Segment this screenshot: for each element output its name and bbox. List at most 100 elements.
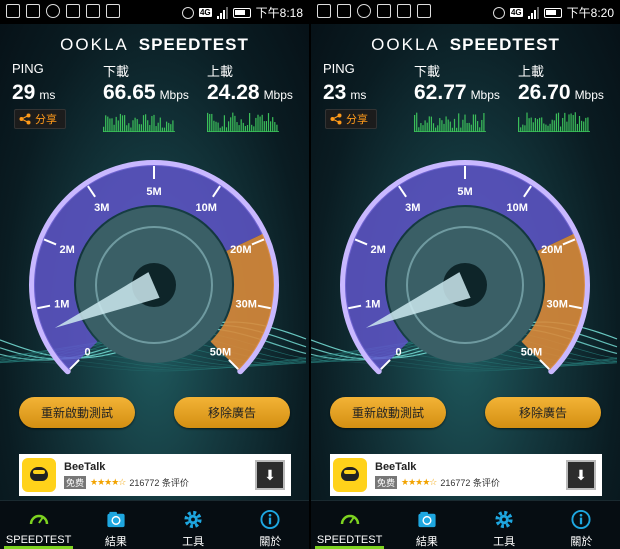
graph-bar: [435, 127, 437, 132]
graph-bar: [464, 114, 466, 132]
results-icon: [107, 511, 125, 528]
nav-about[interactable]: 關於: [232, 501, 309, 549]
graph-bar: [462, 119, 464, 132]
ad-banner[interactable]: BeeTalk 免费 ★★★★☆ 216772 条评价 ⬇: [330, 454, 602, 496]
share-icon: [330, 113, 342, 125]
upload-number: 24.28: [207, 81, 260, 104]
graph-bar: [113, 124, 115, 132]
graph-bar: [209, 113, 211, 132]
graph-bar: [481, 119, 483, 132]
graph-bar: [225, 127, 228, 132]
speedometer-icon: [29, 514, 48, 525]
gear-icon: [495, 510, 513, 529]
graph-bar: [132, 120, 134, 132]
graph-bar: [530, 117, 532, 132]
graph-bar: [170, 124, 172, 132]
graph-bar: [578, 115, 581, 132]
nav-results[interactable]: 結果: [77, 501, 154, 549]
graph-bar: [105, 115, 107, 132]
nav-speedtest-label: SPEEDTEST: [316, 534, 383, 546]
nav-tools[interactable]: 工具: [466, 501, 543, 549]
graph-bar: [134, 117, 136, 132]
graph-bar: [576, 123, 578, 132]
graph-bar: [130, 127, 132, 132]
nav-speedtest[interactable]: SPEEDTEST: [0, 501, 77, 549]
nav-results-label: 結果: [415, 536, 438, 548]
graph-bar: [477, 121, 479, 132]
network-type: 4G: [198, 8, 212, 17]
alarm-icon: [492, 6, 505, 19]
nav-speedtest[interactable]: SPEEDTEST: [311, 501, 388, 549]
graph-bar: [439, 118, 441, 132]
graph-bar: [276, 124, 278, 132]
graph-bar: [472, 114, 474, 132]
graph-bar: [142, 115, 145, 132]
graph-bar: [539, 117, 541, 132]
graph-bar: [566, 121, 568, 132]
share-button[interactable]: 分享: [14, 109, 66, 129]
graph-bar: [163, 127, 166, 132]
image-icon: [417, 4, 431, 18]
nav-about[interactable]: 關於: [543, 501, 620, 549]
alarm-icon: [181, 6, 194, 19]
graph-bar: [551, 119, 553, 132]
graph-bar: [147, 120, 149, 132]
share-button[interactable]: 分享: [325, 109, 377, 129]
graph-bar: [215, 121, 217, 132]
graph-bar: [426, 122, 428, 132]
download-label: 下載: [414, 64, 441, 79]
graph-bar: [246, 125, 249, 132]
graph-bar: [149, 125, 151, 132]
download-arrow-icon[interactable]: ⬇: [255, 460, 285, 490]
graph-bar: [234, 115, 236, 132]
graph-bar: [564, 112, 566, 132]
remove-ads-button[interactable]: 移除廣告: [174, 397, 290, 428]
ad-banner[interactable]: BeeTalk 免费 ★★★★☆ 216772 条评价 ⬇: [19, 454, 291, 496]
graph-bar: [568, 114, 570, 132]
restart-test-button[interactable]: 重新啟動測試: [19, 397, 135, 428]
nav-about-label: 關於: [259, 536, 282, 548]
upload-graph: [518, 110, 590, 132]
graph-bar: [230, 117, 232, 132]
graph-bar: [543, 123, 545, 132]
graph-bar: [117, 120, 119, 132]
graph-bar: [213, 120, 215, 132]
download-number: 66.65: [103, 81, 156, 104]
graph-bar: [532, 122, 534, 132]
graph-bar: [428, 116, 430, 132]
ping-label: PING: [12, 61, 44, 76]
share-label: 分享: [35, 114, 57, 126]
status-bar: 4G 下午8:20: [311, 0, 620, 24]
graph-bar: [587, 117, 589, 132]
graph-bar: [128, 123, 130, 132]
remove-ads-button[interactable]: 移除廣告: [485, 397, 601, 428]
graph-bar: [557, 112, 560, 132]
download-number: 62.77: [414, 81, 467, 104]
graph-bar: [583, 121, 585, 132]
gear-icon: [184, 510, 202, 529]
nav-tools[interactable]: 工具: [155, 501, 232, 549]
graph-bar: [240, 119, 242, 132]
gauge-tick-label: 0: [395, 346, 401, 358]
speedtest-title: SPEEDTEST: [138, 35, 249, 54]
ping-value: 29 ms: [12, 81, 55, 105]
restart-test-button[interactable]: 重新啟動測試: [330, 397, 446, 428]
ping-number: 23: [323, 81, 347, 104]
graph-bar: [255, 117, 257, 132]
graph-bar: [449, 121, 451, 132]
graph-bar: [168, 122, 170, 132]
graph-bar: [422, 125, 424, 132]
nav-tools-label: 工具: [182, 536, 205, 548]
nav-results[interactable]: 結果: [388, 501, 465, 549]
notification-icons: [317, 4, 431, 18]
gauge-tick-label: 10M: [196, 202, 217, 214]
ad-title: BeeTalk: [375, 461, 417, 473]
beetalk-app-icon: [22, 458, 56, 492]
graph-bar: [111, 118, 113, 132]
download-value: 66.65 Mbps: [103, 81, 189, 105]
gauge-tick-label: 2M: [60, 244, 75, 256]
graph-bar: [263, 121, 265, 132]
graph-bar: [157, 122, 159, 132]
graph-bar: [267, 113, 270, 132]
download-arrow-icon[interactable]: ⬇: [566, 460, 596, 490]
